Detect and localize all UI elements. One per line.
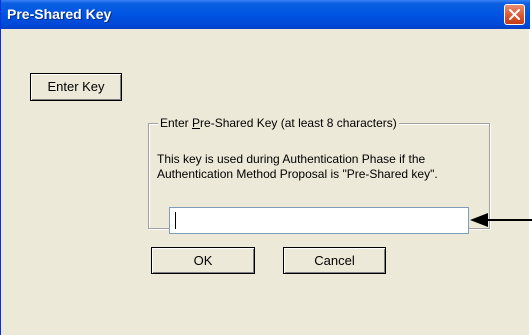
title-bar[interactable]: Pre-Shared Key [1, 0, 530, 29]
legend-mnemonic: P [192, 116, 201, 130]
ok-button[interactable]: OK [151, 247, 255, 274]
description-line-2: Authentication Method Proposal is "Pre-S… [157, 167, 438, 181]
group-description: This key is used during Authentication P… [157, 152, 487, 182]
cancel-button[interactable]: Cancel [283, 247, 386, 274]
group-legend: Enter Pre-Shared Key (at least 8 charact… [158, 116, 399, 130]
pre-shared-key-input[interactable] [169, 207, 469, 234]
callout-arrow-icon [470, 213, 532, 227]
pre-shared-key-dialog: Pre-Shared Key Enter Key Enter Pre-Share… [0, 0, 530, 335]
close-button[interactable] [504, 4, 525, 25]
description-line-1: This key is used during Authentication P… [157, 152, 426, 166]
close-icon [509, 9, 520, 20]
legend-prefix: Enter [160, 116, 193, 130]
legend-suffix: re-Shared Key (at least 8 characters) [200, 116, 397, 130]
enter-key-button[interactable]: Enter Key [30, 73, 122, 101]
text-caret [175, 212, 176, 229]
window-title: Pre-Shared Key [7, 6, 112, 22]
